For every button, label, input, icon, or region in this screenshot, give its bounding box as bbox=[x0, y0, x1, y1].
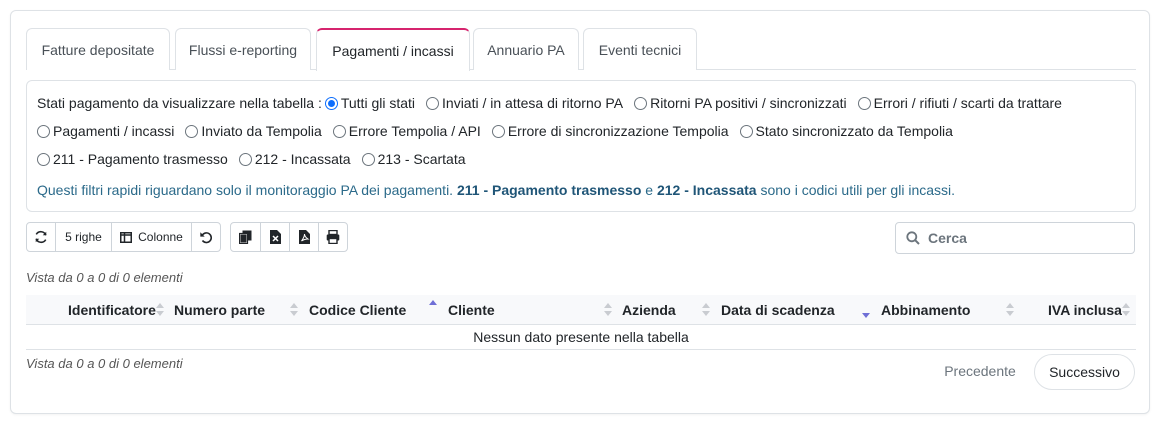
tab-pagamenti-incassi[interactable]: Pagamenti / incassi bbox=[316, 28, 470, 71]
sort-icon bbox=[604, 301, 612, 319]
refresh-button[interactable] bbox=[27, 223, 56, 251]
radio-errori-rifiuti[interactable]: Errori / rifiuti / scarti da trattare bbox=[857, 95, 1062, 111]
tab-bar: Fatture depositate Flussi e-reporting Pa… bbox=[26, 28, 1136, 71]
excel-icon bbox=[269, 230, 281, 244]
col-azienda[interactable]: Azienda bbox=[622, 295, 676, 325]
radio-circle[interactable] bbox=[37, 124, 50, 138]
filter-row-1: Stati pagamento da visualizzare nella ta… bbox=[37, 92, 1073, 114]
col-numero-parte[interactable]: Numero parte bbox=[174, 295, 265, 325]
radio-errore-tempolia-api[interactable]: Errore Tempolia / API bbox=[332, 123, 481, 139]
radio-213-scartata[interactable]: 213 - Scartata bbox=[361, 151, 466, 167]
radio-inviati-attesa[interactable]: Inviati / in attesa di ritorno PA bbox=[426, 95, 623, 111]
payments-card: Fatture depositate Flussi e-reporting Pa… bbox=[10, 10, 1150, 414]
radio-circle[interactable] bbox=[185, 124, 199, 138]
sort-icon bbox=[156, 301, 164, 319]
sort-icon bbox=[290, 301, 298, 319]
col-identificatore[interactable]: Identificatore bbox=[68, 295, 156, 325]
pdf-icon bbox=[298, 230, 310, 244]
copy-button[interactable] bbox=[231, 223, 261, 251]
col-codice-cliente[interactable]: Codice Cliente bbox=[309, 295, 406, 325]
columns-icon bbox=[120, 231, 133, 243]
tab-flussi-e-reporting[interactable]: Flussi e-reporting bbox=[175, 28, 311, 70]
radio-circle[interactable] bbox=[739, 124, 753, 138]
reset-button[interactable] bbox=[192, 223, 220, 251]
table-empty-row: Nessun dato presente nella tabella bbox=[26, 325, 1136, 350]
table-info-top: Vista da 0 a 0 di 0 elementi bbox=[26, 270, 183, 285]
radio-circle[interactable] bbox=[324, 96, 338, 110]
sort-desc-icon bbox=[862, 301, 870, 319]
radio-ritorni-positivi[interactable]: Ritorni PA positivi / sincronizzati bbox=[634, 95, 847, 111]
table-info-bottom: Vista da 0 a 0 di 0 elementi bbox=[26, 356, 183, 371]
sort-icon bbox=[702, 301, 710, 319]
sort-asc-icon bbox=[429, 298, 437, 316]
filter-row-3: 211 - Pagamento trasmesso 212 - Incassat… bbox=[37, 148, 477, 170]
radio-circle[interactable] bbox=[634, 96, 648, 110]
search-input[interactable] bbox=[926, 229, 1126, 247]
refresh-icon bbox=[35, 230, 47, 244]
copy-icon bbox=[239, 230, 252, 244]
radio-212-incassata[interactable]: 212 - Incassata bbox=[238, 151, 351, 167]
excel-export-button[interactable] bbox=[261, 223, 290, 251]
empty-message: Nessun dato presente nella tabella bbox=[473, 329, 689, 345]
sort-icon bbox=[1122, 301, 1130, 319]
radio-circle[interactable] bbox=[238, 152, 252, 166]
rows-per-page-button[interactable]: 5 righe bbox=[56, 223, 112, 251]
radio-circle[interactable] bbox=[332, 124, 346, 138]
print-icon bbox=[326, 230, 340, 244]
radio-211-pagamento-trasmesso[interactable]: 211 - Pagamento trasmesso bbox=[37, 151, 228, 167]
table-controls-group: 5 righe Colonne bbox=[26, 222, 221, 252]
radio-circle[interactable] bbox=[857, 96, 871, 110]
radio-stato-sincronizzato[interactable]: Stato sincronizzato da Tempolia bbox=[739, 123, 953, 139]
next-page-button[interactable]: Successivo bbox=[1034, 354, 1135, 390]
sort-icon bbox=[1006, 301, 1014, 319]
status-filter-panel: Stati pagamento da visualizzare nella ta… bbox=[26, 80, 1136, 212]
export-group bbox=[230, 222, 348, 252]
radio-circle[interactable] bbox=[426, 96, 440, 110]
radio-circle[interactable] bbox=[491, 124, 505, 138]
col-abbinamento[interactable]: Abbinamento bbox=[881, 295, 970, 325]
tab-annuario-pa[interactable]: Annuario PA bbox=[473, 28, 579, 70]
radio-circle[interactable] bbox=[361, 152, 375, 166]
undo-icon bbox=[200, 232, 213, 244]
col-iva-inclusa[interactable]: IVA inclusa bbox=[1048, 295, 1122, 325]
radio-tutti-gli-stati[interactable]: Tutti gli stati bbox=[324, 95, 415, 111]
filter-row-2: Pagamenti / incassi Inviato da Tempolia … bbox=[37, 120, 964, 142]
search-box[interactable] bbox=[895, 222, 1135, 254]
print-button[interactable] bbox=[319, 223, 347, 251]
columns-button[interactable]: Colonne bbox=[112, 223, 192, 251]
tab-fatture-depositate[interactable]: Fatture depositate bbox=[26, 28, 170, 70]
filter-note: Questi filtri rapidi riguardano solo il … bbox=[37, 182, 956, 198]
tab-eventi-tecnici[interactable]: Eventi tecnici bbox=[583, 28, 697, 70]
radio-pagamenti-incassi[interactable]: Pagamenti / incassi bbox=[37, 123, 174, 139]
filter-label: Stati pagamento da visualizzare nella ta… bbox=[37, 95, 322, 111]
radio-circle[interactable] bbox=[37, 152, 50, 166]
previous-page-button[interactable]: Precedente bbox=[934, 354, 1026, 388]
radio-errore-sincronizzazione[interactable]: Errore di sincronizzazione Tempolia bbox=[491, 123, 729, 139]
search-icon bbox=[906, 231, 920, 245]
pdf-export-button[interactable] bbox=[290, 223, 319, 251]
col-data-di-scadenza[interactable]: Data di scadenza bbox=[721, 295, 835, 325]
table-header: Identificatore Numero parte Codice Clien… bbox=[26, 295, 1136, 325]
radio-inviato-tempolia[interactable]: Inviato da Tempolia bbox=[185, 123, 322, 139]
col-cliente[interactable]: Cliente bbox=[448, 295, 495, 325]
